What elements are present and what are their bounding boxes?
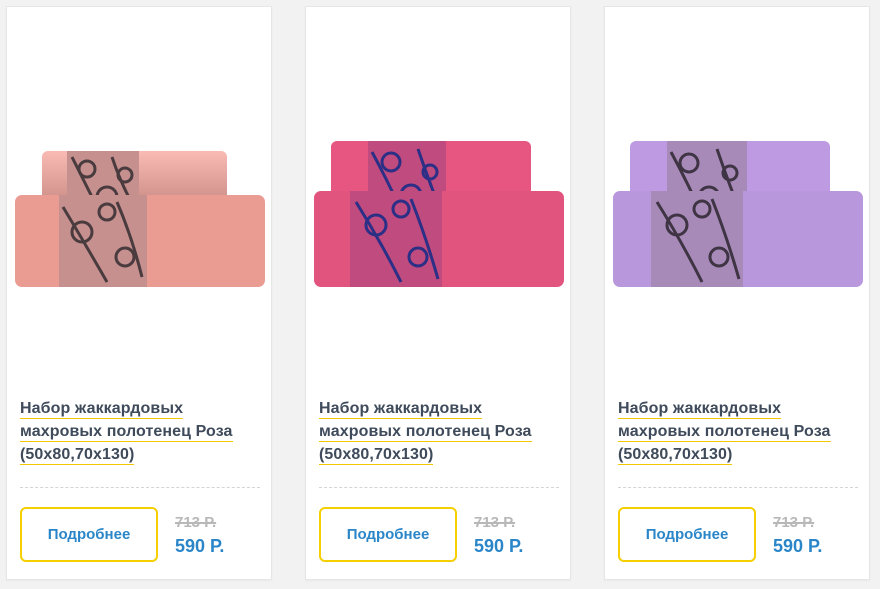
divider: [618, 487, 858, 488]
old-price: 713 Р.: [175, 514, 217, 531]
product-title[interactable]: Набор жаккардовых махровых полотенец Роз…: [319, 397, 559, 466]
product-title-line-1[interactable]: Набор жаккардовых: [618, 400, 782, 419]
divider: [20, 487, 260, 488]
divider: [319, 487, 559, 488]
old-price: 713 Р.: [773, 514, 815, 531]
price: 590 Р.: [175, 536, 225, 556]
details-button[interactable]: Подробнее: [319, 507, 457, 562]
product-card: Набор жаккардовых махровых полотенец Роз…: [6, 6, 272, 580]
product-title-line-3[interactable]: (50х80,70х130): [319, 446, 434, 465]
product-title-line-1[interactable]: Набор жаккардовых: [20, 400, 184, 419]
details-button[interactable]: Подробнее: [618, 507, 756, 562]
product-card: Набор жаккардовых махровых полотенец Роз…: [305, 6, 571, 580]
product-card: Набор жаккардовых махровых полотенец Роз…: [604, 6, 870, 580]
product-title-line-2[interactable]: махровых полотенец Роза: [319, 423, 532, 442]
product-title[interactable]: Набор жаккардовых махровых полотенец Роз…: [618, 397, 858, 466]
product-title[interactable]: Набор жаккардовых махровых полотенец Роз…: [20, 397, 260, 466]
product-title-line-2[interactable]: махровых полотенец Роза: [20, 423, 233, 442]
product-image[interactable]: [605, 117, 871, 297]
details-button[interactable]: Подробнее: [20, 507, 158, 562]
product-image[interactable]: [306, 117, 572, 297]
product-title-line-2[interactable]: махровых полотенец Роза: [618, 423, 831, 442]
price: 590 Р.: [773, 536, 823, 556]
price: 590 Р.: [474, 536, 524, 556]
product-image[interactable]: [7, 117, 273, 297]
old-price: 713 Р.: [474, 514, 516, 531]
product-title-line-1[interactable]: Набор жаккардовых: [319, 400, 483, 419]
product-title-line-3[interactable]: (50х80,70х130): [20, 446, 135, 465]
product-title-line-3[interactable]: (50х80,70х130): [618, 446, 733, 465]
